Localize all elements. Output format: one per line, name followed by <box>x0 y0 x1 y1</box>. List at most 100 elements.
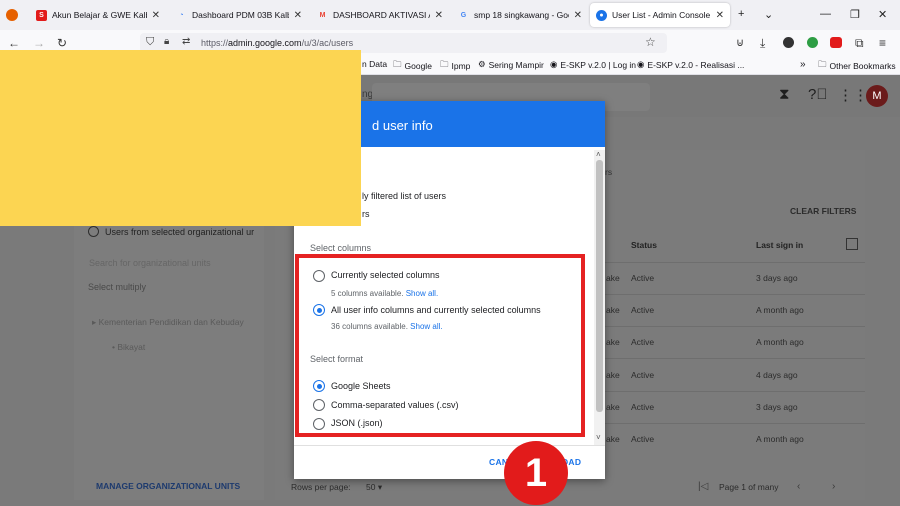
window-close-icon[interactable]: ✕ <box>878 8 887 21</box>
org-unit-panel <box>74 210 264 500</box>
avatar[interactable]: M <box>866 85 888 107</box>
select-multiple-link[interactable]: Select multiply <box>88 282 146 292</box>
gear-icon: ⚙ <box>478 59 486 69</box>
row-last-sign-in: 3 days ago <box>756 273 798 283</box>
apps-grid-icon[interactable]: ⋮⋮ <box>838 86 868 104</box>
help-icon[interactable]: ?⃝ <box>808 86 828 103</box>
row-status: Active <box>631 305 655 315</box>
annotation-highlight-box <box>295 254 585 437</box>
redaction-block <box>0 50 361 226</box>
extensions-puzzle-icon[interactable]: ⧉ <box>855 36 864 51</box>
row-divider <box>605 262 865 263</box>
row-divider <box>605 391 865 392</box>
org-child-label: Bikayat <box>117 342 146 352</box>
url-text[interactable]: https://admin.google.com/u/3/ac/users <box>201 38 353 48</box>
extension-p-icon[interactable] <box>783 37 794 48</box>
permissions-icon[interactable]: ⇄ <box>182 36 190 47</box>
org-search-input[interactable]: Search for organizational units <box>89 258 211 268</box>
bookmark-item[interactable]: ◉ E-SKP v.2.0 | Log in <box>550 59 636 70</box>
tab-akun-belajar[interactable]: S Akun Belajar & GWE Kalbar ✕ <box>30 3 166 27</box>
forward-arrow-icon[interactable]: → <box>33 36 45 50</box>
eskp-icon: ◉ <box>637 59 645 69</box>
tab-dashboard-pdm[interactable]: ◔ Dashboard PDM 03B Kalbar ✕ <box>170 3 308 27</box>
row-last-sign-in: 4 days ago <box>756 370 798 380</box>
minimize-icon[interactable]: — <box>820 8 831 20</box>
close-icon[interactable]: ✕ <box>152 10 160 21</box>
lock-icon[interactable]: 🔒︎ <box>164 36 169 47</box>
prev-page-icon[interactable]: ‹ <box>797 481 800 492</box>
scope-option-filtered[interactable]: ly filtered list of users <box>362 191 446 201</box>
new-tab-icon[interactable]: + <box>738 8 744 20</box>
url-path: /u/3/ac/users <box>301 38 354 48</box>
extension-green-icon[interactable] <box>807 37 818 48</box>
chevron-double-right-icon[interactable]: » <box>800 59 806 70</box>
bookmark-item[interactable]: n Data <box>362 59 387 69</box>
row-status: Active <box>631 337 655 347</box>
bookmark-item[interactable]: 🗀︎ Other Bookmarks <box>818 59 896 73</box>
bookmark-item[interactable]: 🗀︎ Ipmp <box>440 59 470 73</box>
adblock-icon[interactable] <box>830 37 842 48</box>
row-status: Active <box>631 273 655 283</box>
row-last-sign-in: A month ago <box>756 305 804 315</box>
org-root-label: Kementerian Pendidikan dan Kebuday <box>98 317 244 327</box>
bookmark-item[interactable]: ⚙ Sering Mampir <box>478 59 544 70</box>
rows-per-page-select[interactable]: 50 ▾ <box>366 482 382 493</box>
restore-icon[interactable]: ❐ <box>850 8 860 21</box>
folder-icon: 🗀︎ <box>393 59 402 69</box>
firefox-menu-icon[interactable] <box>6 9 18 21</box>
row-last-sign-in: 3 days ago <box>756 402 798 412</box>
filter-partial-text: rs <box>605 167 613 177</box>
row-status: Active <box>631 370 655 380</box>
close-icon[interactable]: ✕ <box>435 10 443 21</box>
reload-icon[interactable]: ↻ <box>57 36 67 50</box>
admin-icon: ● <box>596 9 607 21</box>
row-divider <box>605 423 865 424</box>
column-header-status[interactable]: Status <box>631 240 657 250</box>
org-filter-option[interactable]: Users from selected organizational ur <box>88 226 254 237</box>
bookmark-label: n Data <box>362 59 388 69</box>
menu-hamburger-icon[interactable]: ≡ <box>879 36 886 50</box>
tab-list-chevron-icon[interactable]: ⌄ <box>764 8 773 21</box>
shield-icon[interactable]: ⛉ <box>146 36 154 49</box>
folder-icon: 🗀︎ <box>440 59 449 69</box>
bookmark-item[interactable]: 🗀︎ Google <box>393 59 432 73</box>
column-settings-icon[interactable] <box>846 238 858 250</box>
s-red-icon: S <box>36 9 47 21</box>
manage-org-units-button[interactable]: MANAGE ORGANIZATIONAL UNITS <box>96 481 240 491</box>
org-tree-root[interactable]: ▸ Kementerian Pendidikan dan Kebuday <box>92 317 244 328</box>
scroll-down-icon[interactable]: ˅ <box>596 433 601 442</box>
first-page-icon[interactable]: |◁ <box>698 481 708 492</box>
dialog-divider <box>294 445 605 446</box>
column-header-last-sign-in[interactable]: Last sign in <box>756 240 803 250</box>
folder-icon: 🗀︎ <box>818 59 827 69</box>
clear-filters-button[interactable]: CLEAR FILTERS <box>790 206 856 216</box>
scope-option-all[interactable]: rs <box>362 209 370 219</box>
tab-user-list[interactable]: ● User List - Admin Console ✕ <box>590 3 730 27</box>
hourglass-icon[interactable]: ⧗ <box>779 86 790 103</box>
row-partial-text: ake <box>606 273 620 283</box>
dialog-scrollbar-thumb[interactable] <box>596 160 603 412</box>
eskp-icon: ◉ <box>550 59 558 69</box>
datastudio-icon: ◔ <box>179 11 184 19</box>
org-tree-child[interactable]: • Bikayat <box>112 342 145 352</box>
bookmark-star-icon[interactable]: ☆ <box>645 35 656 49</box>
row-partial-text: ake <box>606 305 620 315</box>
close-icon[interactable]: ✕ <box>574 10 582 21</box>
pocket-icon[interactable]: ⊍ <box>736 36 744 49</box>
downloads-icon[interactable]: ⤓ <box>760 36 765 51</box>
dialog-title: d user info <box>372 118 433 133</box>
step-number-badge: 1 <box>504 441 568 505</box>
scroll-up-icon[interactable]: ˄ <box>596 150 601 159</box>
row-partial-text: ake <box>606 370 620 380</box>
tab-title: smp 18 singkawang - Google <box>474 10 569 20</box>
next-page-icon[interactable]: › <box>832 481 835 492</box>
radio-unselected-icon[interactable] <box>88 226 99 237</box>
row-divider <box>605 294 865 295</box>
back-arrow-icon[interactable]: ← <box>8 36 20 50</box>
bookmark-item[interactable]: ◉ E-SKP v.2.0 - Realisasi ... <box>637 59 744 70</box>
close-icon[interactable]: ✕ <box>294 10 302 21</box>
tab-dashboard-aktivasi[interactable]: M DASHBOARD AKTIVASI AKUN ✕ <box>311 3 449 27</box>
close-icon[interactable]: ✕ <box>716 10 724 21</box>
tab-google-search[interactable]: G smp 18 singkawang - Google ✕ <box>452 3 588 27</box>
tab-title: User List - Admin Console <box>612 10 711 20</box>
